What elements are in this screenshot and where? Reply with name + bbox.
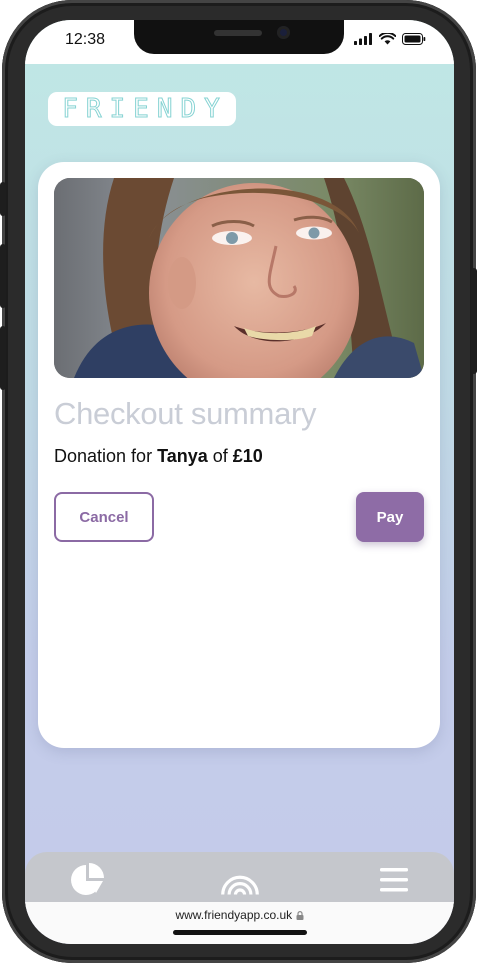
logo-text: FRIENDY <box>62 94 228 125</box>
browser-url-bar[interactable]: www.friendyapp.co.uk <box>25 902 454 944</box>
url-text: www.friendyapp.co.uk <box>25 908 454 922</box>
pie-chart-icon <box>71 863 104 895</box>
speaker <box>214 30 262 36</box>
rainbow-icon <box>221 875 259 895</box>
recipient-photo <box>54 178 424 378</box>
checkout-title: Checkout summary <box>54 396 317 431</box>
status-time: 12:38 <box>65 31 106 48</box>
bottom-tab-bar <box>25 852 454 908</box>
tab-menu[interactable] <box>374 860 414 900</box>
tab-home[interactable] <box>220 860 260 900</box>
home-indicator[interactable] <box>173 930 307 935</box>
app-screen: 12:38 FRIENDY Checkout summary Donation … <box>25 20 454 944</box>
wifi-icon <box>379 33 396 45</box>
checkout-card: Checkout summary Donation for Tanya of £… <box>38 162 440 748</box>
donation-of: of <box>207 446 233 466</box>
phone-volume-down-button <box>0 326 6 390</box>
phone-side-button <box>0 182 6 216</box>
phone-volume-up-button <box>0 244 6 308</box>
portrait-image <box>54 178 424 378</box>
lock-icon <box>296 911 304 920</box>
notch <box>134 20 344 54</box>
recipient-name: Tanya <box>157 446 208 466</box>
tab-stats[interactable] <box>68 860 108 900</box>
front-camera <box>277 26 290 39</box>
signal-icon <box>354 33 372 45</box>
donation-summary: Donation for Tanya of £10 <box>54 446 263 467</box>
donation-amount: £10 <box>232 446 263 466</box>
status-icons <box>354 33 426 45</box>
donation-prefix: Donation for <box>54 446 158 466</box>
phone-power-button <box>471 268 477 374</box>
friendy-logo: FRIENDY <box>48 92 236 126</box>
menu-icon <box>380 868 408 892</box>
cancel-button[interactable]: Cancel <box>54 492 154 542</box>
pay-button[interactable]: Pay <box>356 492 424 542</box>
battery-icon <box>402 33 426 45</box>
url-value: www.friendyapp.co.uk <box>175 908 293 922</box>
status-bar: 12:38 <box>25 20 454 64</box>
